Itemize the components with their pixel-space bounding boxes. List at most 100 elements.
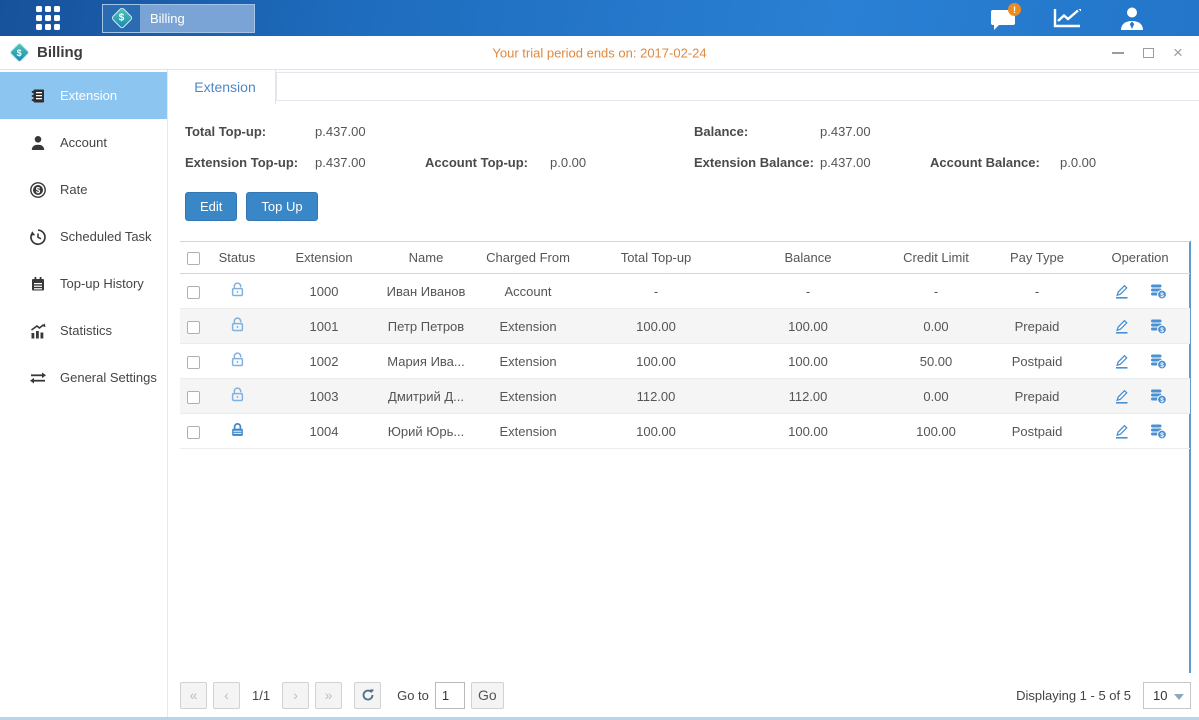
- page-size-select[interactable]: 10: [1143, 682, 1191, 709]
- bar-chart-icon: [29, 322, 47, 340]
- tab-strip: [276, 72, 1199, 101]
- table-row[interactable]: 1002 Мария Ива... Extension 100.00 100.0…: [180, 344, 1190, 379]
- sidebar-item-extension[interactable]: Extension: [0, 72, 167, 119]
- clock-history-icon: [29, 228, 47, 246]
- tab-extension[interactable]: Extension: [175, 70, 276, 104]
- last-page-icon[interactable]: »: [315, 682, 342, 709]
- close-icon[interactable]: ×: [1171, 46, 1185, 60]
- extension-balance-label: Extension Balance:: [694, 155, 820, 170]
- sidebar-item-label: Statistics: [60, 323, 112, 338]
- row-checkbox[interactable]: [187, 391, 200, 404]
- chevron-down-icon: [1174, 694, 1184, 700]
- account-topup-label: Account Top-up:: [425, 155, 550, 170]
- sidebar: Extension Account $ Rate: [0, 70, 168, 717]
- trial-notice: Your trial period ends on: 2017-02-24: [492, 45, 706, 60]
- status-lock-icon: [229, 421, 246, 438]
- row-checkbox[interactable]: [187, 286, 200, 299]
- account-topup-value: p.0.00: [550, 155, 694, 170]
- first-page-icon[interactable]: «: [180, 682, 207, 709]
- row-checkbox[interactable]: [187, 356, 200, 369]
- status-lock-icon: [229, 281, 246, 298]
- app-grid-icon[interactable]: [36, 6, 60, 30]
- go-button[interactable]: Go: [471, 682, 504, 709]
- status-lock-icon: [229, 316, 246, 333]
- topup-icon[interactable]: $: [1149, 283, 1167, 300]
- svg-text:$: $: [1161, 292, 1165, 299]
- sliders-icon: [29, 369, 47, 387]
- col-name: Name: [380, 242, 472, 274]
- row-checkbox[interactable]: [187, 321, 200, 334]
- balance-summary: Total Top-up: p.437.00 Balance: p.437.00…: [185, 116, 1199, 178]
- extension-topup-label: Extension Top-up:: [185, 155, 315, 170]
- edit-button[interactable]: Edit: [185, 192, 237, 221]
- minimize-icon[interactable]: [1111, 46, 1125, 60]
- displaying-status: Displaying 1 - 5 of 5: [1016, 688, 1131, 703]
- extension-grid: Status Extension Name Charged From Total…: [180, 241, 1191, 673]
- table-row[interactable]: 1003 Дмитрий Д... Extension 112.00 112.0…: [180, 379, 1190, 414]
- page-size-value: 10: [1153, 688, 1167, 703]
- tab-bar: Extension: [175, 70, 1199, 104]
- window-title-bar: $ Billing Your trial period ends on: 201…: [0, 36, 1199, 70]
- total-topup-value: p.437.00: [315, 124, 425, 139]
- col-total-topup: Total Top-up: [584, 242, 728, 274]
- notifications-icon[interactable]: !: [991, 7, 1017, 29]
- notebook-icon: [29, 275, 47, 293]
- prev-page-icon[interactable]: ‹: [213, 682, 240, 709]
- extension-topup-value: p.437.00: [315, 155, 425, 170]
- edit-icon[interactable]: [1113, 388, 1130, 405]
- total-topup-label: Total Top-up:: [185, 124, 315, 139]
- svg-text:$: $: [1161, 327, 1165, 334]
- user-account-icon[interactable]: [1117, 6, 1147, 30]
- col-balance: Balance: [728, 242, 888, 274]
- edit-icon[interactable]: [1113, 353, 1130, 370]
- maximize-icon[interactable]: [1141, 46, 1155, 60]
- edit-icon[interactable]: [1113, 318, 1130, 335]
- sidebar-item-label: Top-up History: [60, 276, 144, 291]
- topup-icon[interactable]: $: [1149, 388, 1167, 405]
- sidebar-item-label: Extension: [60, 88, 117, 103]
- account-balance-value: p.0.00: [1060, 155, 1096, 170]
- edit-icon[interactable]: [1113, 283, 1130, 300]
- balance-label: Balance:: [694, 124, 820, 139]
- topup-icon[interactable]: $: [1149, 353, 1167, 370]
- ledger-icon: [29, 87, 47, 105]
- billing-app-icon: $: [103, 5, 140, 32]
- sidebar-item-scheduled-task[interactable]: Scheduled Task: [0, 213, 167, 260]
- svg-text:$: $: [1161, 397, 1165, 404]
- svg-text:$: $: [1161, 362, 1165, 369]
- pagination-bar: « ‹ 1/1 › » Go to Go Displaying 1 - 5 of…: [180, 673, 1191, 717]
- topup-icon[interactable]: $: [1149, 318, 1167, 335]
- billing-window-icon: $: [9, 42, 30, 63]
- dollar-coin-icon: $: [29, 181, 47, 199]
- table-row[interactable]: 1000 Иван Иванов Account - - - - $: [180, 274, 1190, 309]
- select-all-checkbox[interactable]: [187, 252, 200, 265]
- sidebar-item-statistics[interactable]: Statistics: [0, 307, 167, 354]
- svg-text:$: $: [1161, 432, 1165, 439]
- edit-icon[interactable]: [1113, 423, 1130, 440]
- table-row[interactable]: 1004 Юрий Юрь... Extension 100.00 100.00…: [180, 414, 1190, 449]
- resource-monitor-icon[interactable]: [1051, 6, 1083, 30]
- sidebar-item-general-settings[interactable]: General Settings: [0, 354, 167, 401]
- next-page-icon[interactable]: ›: [282, 682, 309, 709]
- billing-app-window: $ Billing !: [0, 0, 1199, 720]
- topup-icon[interactable]: $: [1149, 423, 1167, 440]
- sidebar-item-rate[interactable]: $ Rate: [0, 166, 167, 213]
- top-up-button[interactable]: Top Up: [246, 192, 317, 221]
- sidebar-item-label: Rate: [60, 182, 87, 197]
- col-pay-type: Pay Type: [984, 242, 1090, 274]
- status-lock-icon: [229, 351, 246, 368]
- sidebar-item-account[interactable]: Account: [0, 119, 167, 166]
- page-indicator: 1/1: [252, 688, 270, 703]
- svg-text:$: $: [36, 186, 41, 195]
- row-checkbox[interactable]: [187, 426, 200, 439]
- sidebar-item-label: Account: [60, 135, 107, 150]
- taskbar-billing-tab[interactable]: $ Billing: [102, 4, 255, 33]
- refresh-icon[interactable]: [354, 682, 381, 709]
- sidebar-item-topup-history[interactable]: Top-up History: [0, 260, 167, 307]
- table-row[interactable]: 1001 Петр Петров Extension 100.00 100.00…: [180, 309, 1190, 344]
- person-icon: [29, 134, 47, 152]
- sidebar-item-label: General Settings: [60, 370, 157, 385]
- table-header-row: Status Extension Name Charged From Total…: [180, 242, 1190, 274]
- balance-value: p.437.00: [820, 124, 930, 139]
- goto-page-input[interactable]: [435, 682, 465, 709]
